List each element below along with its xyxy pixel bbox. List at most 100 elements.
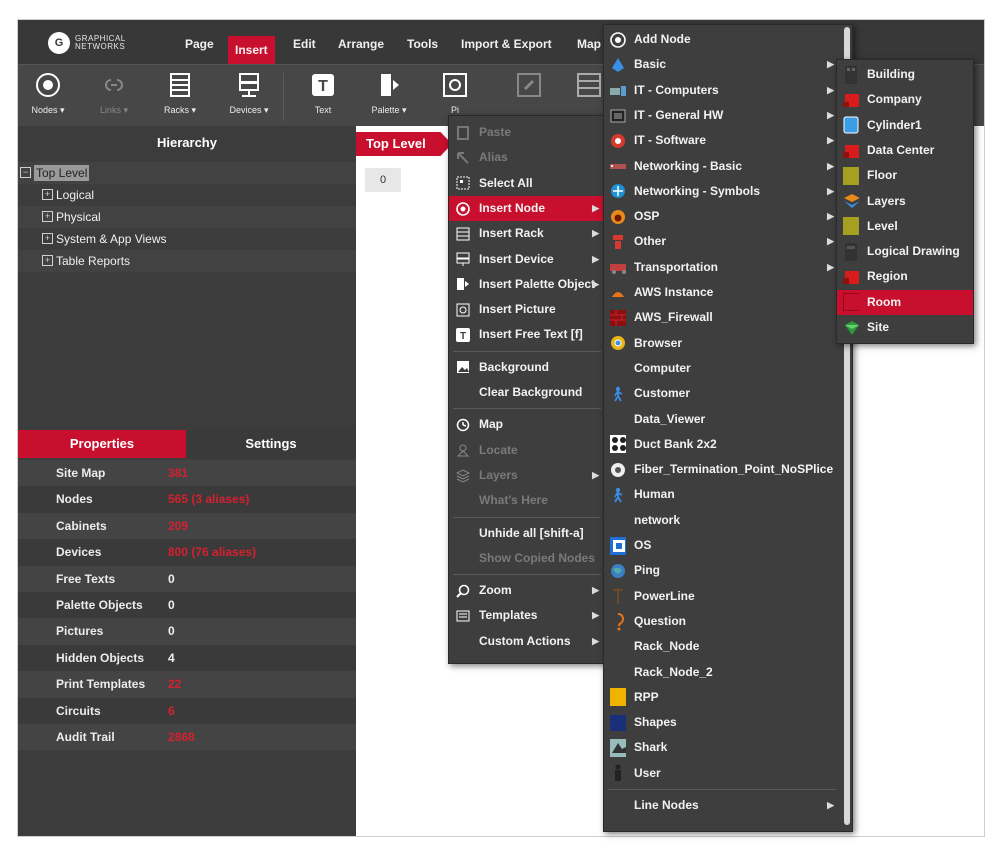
menu-item-custom-actions[interactable]: Custom Actions ▶ (449, 629, 605, 654)
menu-item-paste: Paste (449, 120, 605, 145)
menu-item-insert-device[interactable]: Insert Device ▶ (449, 247, 605, 272)
menu-insert[interactable]: Insert (228, 36, 275, 64)
property-row: Cabinets 209 (18, 512, 356, 540)
menu-item-other[interactable]: Other ▶ (604, 229, 840, 254)
menu-item-label: Rack_Node_2 (634, 664, 713, 679)
menu-item-insert-free-text-f[interactable]: T Insert Free Text [f] (449, 322, 605, 347)
menu-item-logical-drawing[interactable]: Logical Drawing (837, 239, 973, 264)
menu-item-region[interactable]: Region (837, 264, 973, 289)
duct-bank-icon (610, 435, 626, 454)
menu-item-room[interactable]: Room (837, 289, 973, 315)
menu-page[interactable]: Page (178, 33, 221, 55)
menu-item-insert-picture[interactable]: Insert Picture (449, 297, 605, 322)
property-row: Free Texts 0 (18, 565, 356, 592)
alias-icon (455, 150, 471, 166)
menu-item-floor[interactable]: Floor (837, 163, 973, 188)
menu-item-it-software[interactable]: IT - Software ▶ (604, 128, 840, 153)
software-icon (610, 133, 626, 149)
menu-edit[interactable]: Edit (286, 33, 323, 55)
menu-item-question[interactable]: Question (604, 609, 840, 634)
hierarchy-tree: − Top Level + Logical + Physical + Syste… (18, 162, 356, 272)
menu-item-rack-node-2[interactable]: Rack_Node_2 (604, 660, 840, 685)
racks-tool[interactable]: Racks ▾ (154, 71, 206, 116)
menu-item-background[interactable]: Background (449, 355, 605, 380)
menu-item-rpp[interactable]: RPP (604, 685, 840, 710)
tree-item-system-app-views[interactable]: + System & App Views (18, 228, 356, 250)
menu-item-cylinder1[interactable]: Cylinder1 (837, 113, 973, 138)
submenu-arrow-icon: ▶ (827, 236, 834, 247)
menu-item-fiber-termination-point-nosplice[interactable]: Fiber_Termination_Point_NoSPlice (604, 457, 840, 482)
tab-properties[interactable]: Properties (18, 430, 186, 458)
menu-item-ping[interactable]: Ping (604, 558, 840, 583)
menu-item-aws-instance[interactable]: AWS Instance (604, 280, 840, 305)
level-icon (843, 217, 859, 236)
menu-import-export[interactable]: Import & Export (454, 33, 559, 55)
menu-item-data-viewer[interactable]: Data_Viewer (604, 407, 840, 432)
picture-tool[interactable]: Pi (429, 71, 481, 115)
hierarchy-title: Hierarchy (18, 130, 356, 156)
menu-item-site[interactable]: Site (837, 315, 973, 340)
menu-item-map[interactable]: Map (449, 412, 605, 437)
menu-item-aws-firewall[interactable]: AWS_Firewall (604, 305, 840, 330)
menu-item-select-all[interactable]: Select All (449, 171, 605, 196)
menu-item-data-center[interactable]: Data Center (837, 138, 973, 163)
nodes-tool[interactable]: Nodes ▾ (22, 71, 74, 116)
menu-item-insert-palette-object[interactable]: Insert Palette Object ▶ (449, 272, 605, 297)
tree-item-table-reports[interactable]: + Table Reports (18, 250, 356, 272)
menu-item-networking-symbols[interactable]: Networking - Symbols ▶ (604, 179, 840, 204)
menu-arrange[interactable]: Arrange (331, 33, 391, 55)
property-label: Nodes (56, 492, 93, 507)
expand-icon[interactable]: + (42, 211, 53, 222)
tab-settings[interactable]: Settings (186, 430, 356, 458)
menu-item-os[interactable]: OS (604, 533, 840, 558)
menu-item-zoom[interactable]: Zoom ▶ (449, 578, 605, 603)
menu-item-rack-node[interactable]: Rack_Node (604, 634, 840, 659)
property-value: 800 (76 aliases) (168, 545, 257, 560)
menu-item-transportation[interactable]: Transportation ▶ (604, 255, 840, 280)
menu-item-layers[interactable]: Layers (837, 189, 973, 214)
menu-item-network[interactable]: network (604, 508, 840, 533)
menu-item-shapes[interactable]: Shapes (604, 710, 840, 735)
tree-item-logical[interactable]: + Logical (18, 184, 356, 206)
menu-item-duct-bank-2x2[interactable]: Duct Bank 2x2 (604, 432, 840, 457)
menu-item-powerline[interactable]: PowerLine (604, 584, 840, 609)
links-tool[interactable]: Links ▾ (88, 71, 140, 116)
menu-item-line-nodes[interactable]: Line Nodes ▶ (604, 793, 840, 818)
property-label: Devices (56, 545, 102, 560)
menu-item-shark[interactable]: Shark (604, 735, 840, 760)
breadcrumb[interactable]: Top Level (356, 132, 452, 156)
menu-item-customer[interactable]: Customer (604, 381, 840, 406)
menu-item-label: Networking - Symbols (634, 183, 761, 198)
expand-icon[interactable]: + (42, 233, 53, 244)
menu-item-unhide-all-shift-a[interactable]: Unhide all [shift-a] (449, 521, 605, 546)
palette-tool[interactable]: Palette ▾ (363, 71, 415, 116)
menu-separator (453, 350, 601, 352)
menu-item-osp[interactable]: OSP ▶ (604, 204, 840, 229)
menu-item-add-node[interactable]: Add Node (604, 27, 840, 52)
globe-icon (610, 563, 626, 579)
text-tool[interactable]: T Text (297, 71, 349, 115)
menu-item-it-general-hw[interactable]: IT - General HW ▶ (604, 103, 840, 128)
devices-tool[interactable]: Devices ▾ (223, 71, 275, 116)
menu-item-human[interactable]: Human (604, 482, 840, 507)
expand-icon[interactable]: + (42, 255, 53, 266)
menu-item-insert-node[interactable]: Insert Node ▶ (449, 195, 605, 222)
expand-icon[interactable]: + (42, 189, 53, 200)
menu-item-networking-basic[interactable]: Networking - Basic ▶ (604, 154, 840, 179)
menu-item-it-computers[interactable]: IT - Computers ▶ (604, 78, 840, 103)
menu-item-insert-rack[interactable]: Insert Rack ▶ (449, 221, 605, 246)
menu-item-computer[interactable]: Computer (604, 356, 840, 381)
tree-item-top-level[interactable]: − Top Level (18, 162, 356, 184)
attach-tool[interactable] (503, 71, 555, 105)
menu-item-level[interactable]: Level (837, 214, 973, 239)
collapse-icon[interactable]: − (20, 167, 31, 178)
menu-item-templates[interactable]: Templates ▶ (449, 603, 605, 628)
menu-item-basic[interactable]: Basic ▶ (604, 52, 840, 77)
menu-tools[interactable]: Tools (400, 33, 445, 55)
tree-item-physical[interactable]: + Physical (18, 206, 356, 228)
menu-item-browser[interactable]: Browser (604, 331, 840, 356)
menu-item-building[interactable]: Building (837, 62, 973, 87)
menu-item-company[interactable]: Company (837, 87, 973, 112)
menu-item-clear-background[interactable]: Clear Background (449, 380, 605, 405)
menu-item-user[interactable]: User (604, 761, 840, 786)
